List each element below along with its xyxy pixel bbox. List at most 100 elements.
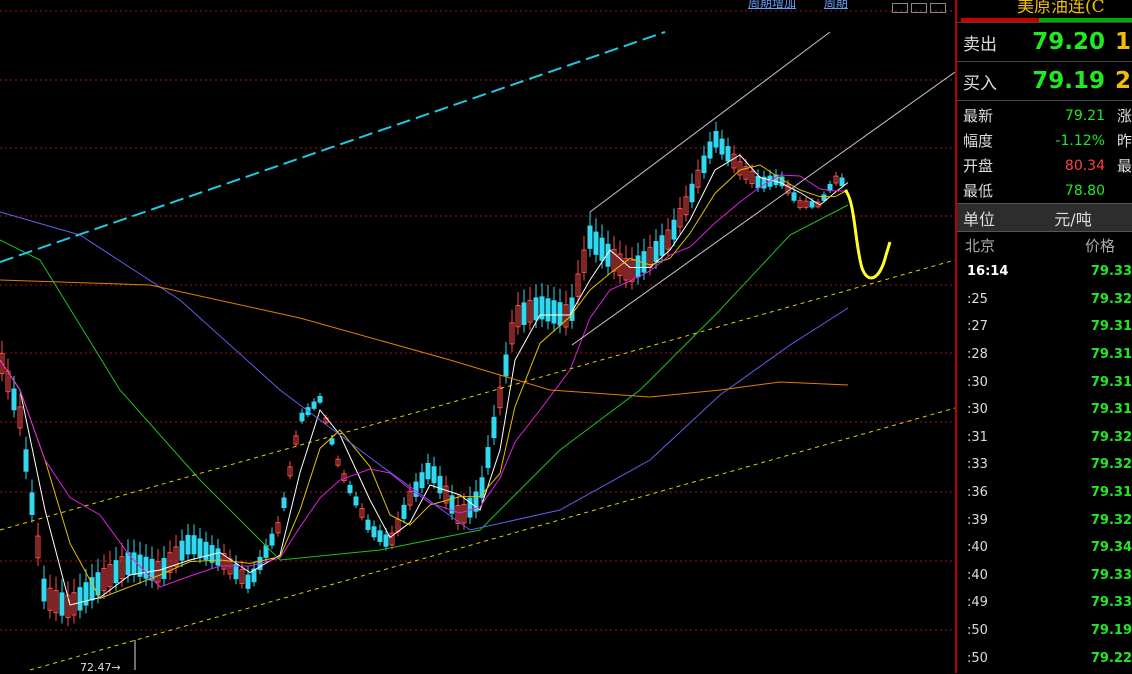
- tick-row: :40 79.34: [957, 534, 1132, 562]
- stat-value: -1.12%: [1055, 132, 1105, 149]
- candle-body: [725, 146, 731, 162]
- tick-time: :50: [967, 623, 988, 639]
- tick-price: 79.31: [1090, 374, 1132, 390]
- tick-time: :30: [967, 374, 988, 390]
- tick-time: :50: [967, 650, 988, 666]
- sell-volume: 1: [1115, 29, 1132, 55]
- tick-list[interactable]: 16:14 79.33:25 79.32:27 79.31:28 79.31:30 79.…: [957, 258, 1132, 672]
- stat-extra: 最: [1117, 157, 1132, 175]
- candle-body: [653, 241, 659, 262]
- candle-body: [113, 560, 119, 584]
- tick-price: 79.33: [1090, 595, 1132, 611]
- tick-row: :30 79.31: [957, 368, 1132, 396]
- candle-body: [587, 225, 593, 249]
- support-trendline-upper: [0, 259, 955, 531]
- candle-body: [11, 388, 17, 411]
- candle-body: [245, 574, 251, 589]
- candle-body: [599, 237, 605, 261]
- candle-body: [545, 298, 551, 322]
- tick-price: 79.33: [1090, 264, 1132, 280]
- buy-price: 79.19: [1032, 68, 1105, 94]
- sell-row[interactable]: 卖出 79.20 1: [957, 23, 1132, 62]
- stat-change: 幅度 -1.12% 昨: [957, 128, 1132, 153]
- tick-row: :27 79.31: [957, 313, 1132, 341]
- candle-body: [185, 534, 191, 555]
- nav-right-button[interactable]: [911, 3, 927, 13]
- chart-nav-buttons: [892, 0, 949, 17]
- candle-body: [701, 155, 707, 174]
- stat-value: 80.34: [1064, 157, 1105, 174]
- tick-row: :36 79.31: [957, 479, 1132, 507]
- candle-body: [539, 296, 545, 320]
- tick-time: :33: [967, 457, 988, 473]
- tick-price: 79.34: [1090, 540, 1132, 556]
- tick-row: :39 79.32: [957, 506, 1132, 534]
- ticks-header-price: 价格: [1085, 236, 1116, 255]
- tick-time: :36: [967, 485, 988, 501]
- candle-body: [299, 412, 305, 422]
- candle-body: [131, 552, 137, 575]
- add-period-link[interactable]: 周期增加: [748, 0, 796, 10]
- candle-body: [839, 177, 845, 187]
- candle-body: [281, 497, 287, 509]
- candle-body: [41, 578, 47, 602]
- tick-price: 79.33: [1090, 567, 1132, 583]
- candle-body: [371, 526, 377, 538]
- candle-body: [125, 552, 131, 575]
- candle-body: [143, 556, 149, 579]
- title-color-bar: [961, 18, 1132, 22]
- sell-label: 卖出: [963, 34, 997, 55]
- period-link[interactable]: 周期: [824, 0, 848, 10]
- candle-body: [215, 548, 221, 566]
- tick-price: 79.31: [1090, 485, 1132, 501]
- candle-body: [551, 300, 557, 324]
- candle-body: [635, 255, 641, 278]
- buy-volume: 2: [1115, 68, 1132, 94]
- tick-time: :31: [967, 429, 988, 445]
- low-price-marker: 72.47→: [80, 661, 121, 674]
- nav-zoom-button[interactable]: [930, 3, 946, 13]
- channel-line-upper: [589, 31, 831, 213]
- tick-time: :49: [967, 595, 988, 611]
- tick-row: :50 79.22: [957, 644, 1132, 672]
- candle-body: [707, 141, 713, 159]
- stat-value: 78.80: [1064, 182, 1105, 199]
- instrument-name: 美原油连(C: [1017, 0, 1105, 17]
- candle-body: [419, 472, 425, 489]
- tick-price: 79.22: [1090, 650, 1132, 666]
- tick-time: :30: [967, 402, 988, 418]
- tick-price: 79.32: [1090, 512, 1132, 528]
- stat-low: 最低 78.80: [957, 178, 1132, 203]
- ma250-line: [0, 279, 849, 398]
- ticks-header: 北京 价格: [957, 232, 1132, 258]
- candle-body: [353, 496, 359, 506]
- chart-period-links: 周期增加 周期: [748, 0, 872, 11]
- tick-time: :40: [967, 567, 988, 583]
- unit-value: 元/吨: [1054, 209, 1092, 229]
- stat-label: 最新: [963, 107, 994, 125]
- buy-row[interactable]: 买入 79.19 2: [957, 62, 1132, 101]
- ticks-header-time: 北京: [965, 236, 996, 255]
- tick-price: 79.31: [1090, 402, 1132, 418]
- unit-row: 单位 元/吨: [957, 203, 1132, 232]
- quote-panel: 美原油连(C 卖出 79.20 1 买入 79.19 2 最新 79.21 涨 …: [955, 0, 1132, 673]
- ma10-line: [0, 164, 849, 599]
- tick-row: 16:14 79.33: [957, 258, 1132, 286]
- candle-body: [365, 519, 371, 531]
- stats-block: 最新 79.21 涨 幅度 -1.12% 昨 开盘 80.34 最 最低 78.…: [957, 101, 1132, 203]
- kline-chart[interactable]: [0, 0, 955, 673]
- stat-open: 开盘 80.34 最: [957, 153, 1132, 178]
- unit-label: 单位: [963, 209, 996, 229]
- candle-body: [641, 251, 647, 273]
- ma20-line: [0, 174, 848, 588]
- tick-row: :31 79.32: [957, 424, 1132, 452]
- tick-price: 79.32: [1090, 457, 1132, 473]
- tick-row: :50 79.19: [957, 617, 1132, 645]
- candle-body: [557, 302, 563, 326]
- candle-body: [533, 297, 539, 321]
- nav-left-button[interactable]: [892, 3, 908, 13]
- candle-body: [317, 395, 323, 403]
- stat-label: 幅度: [963, 132, 994, 150]
- tick-row: :40 79.33: [957, 562, 1132, 590]
- candle-body: [383, 534, 389, 547]
